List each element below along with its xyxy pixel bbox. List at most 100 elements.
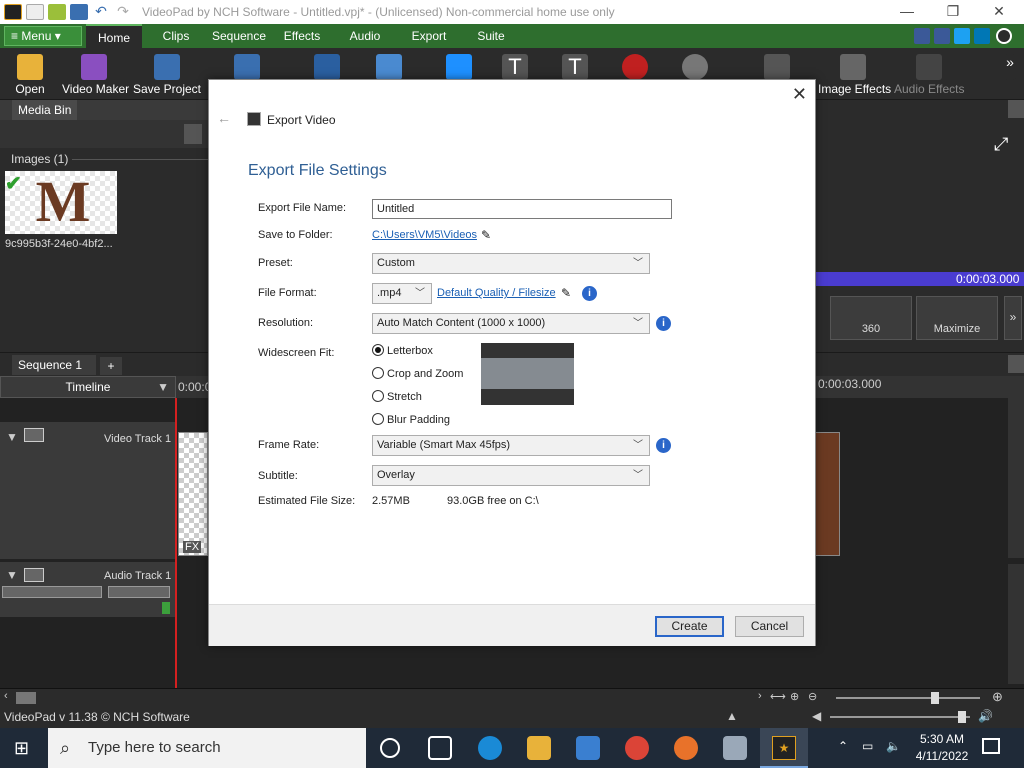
master-volume-thumb[interactable] <box>958 711 966 723</box>
dialog-close-icon[interactable]: ✕ <box>792 84 807 105</box>
tab-clips[interactable]: Clips <box>150 24 202 48</box>
framerate-info-icon[interactable]: i <box>656 438 671 453</box>
zoom-search-icon[interactable]: ⊕ <box>992 689 1003 705</box>
open-folder-icon[interactable] <box>48 4 66 20</box>
notifications-icon[interactable] <box>982 738 1000 754</box>
facebook-icon[interactable] <box>934 28 950 44</box>
horizontal-scrollbar[interactable] <box>16 692 36 704</box>
create-button[interactable]: Create <box>655 616 724 637</box>
cortana-icon[interactable] <box>380 738 400 758</box>
folder-link[interactable]: C:\Users\VM5\Videos <box>372 229 477 241</box>
radio-stretch[interactable]: Stretch <box>372 390 422 403</box>
image-effects-button[interactable]: Image Effects <box>818 50 891 98</box>
tab-effects[interactable]: Effects <box>276 24 328 48</box>
format-select[interactable]: .mp4 ﹀ <box>372 283 432 304</box>
video-clip-start[interactable]: FX <box>178 432 208 556</box>
cancel-button[interactable]: Cancel <box>735 616 804 637</box>
windows-start-icon[interactable]: ⊞ <box>14 738 29 759</box>
firefox-icon[interactable] <box>674 736 698 760</box>
collapse-up-icon[interactable]: ▲ <box>726 709 738 723</box>
audio-pan-slider[interactable] <box>108 586 170 598</box>
tab-audio[interactable]: Audio <box>340 24 390 48</box>
undock-icon[interactable] <box>1008 100 1024 118</box>
media-bin-tab[interactable]: Media Bin <box>12 100 78 120</box>
video-maker-button[interactable]: Video Maker <box>62 50 129 98</box>
audio-volume-slider[interactable] <box>2 586 102 598</box>
videopad-taskbar-button[interactable]: ★ <box>760 728 808 768</box>
audio-effects-button[interactable]: Audio Effects <box>894 50 965 98</box>
network-icon[interactable]: ▭ <box>862 739 873 753</box>
expand-audio-track-icon[interactable]: ▼ <box>6 568 18 582</box>
clock-date[interactable]: 4/11/2022 <box>908 749 976 763</box>
radio-crop-zoom[interactable]: Crop and Zoom <box>372 367 463 380</box>
tray-chevron-icon[interactable]: ⌃ <box>838 739 848 753</box>
media-thumbnail[interactable]: M ✔ <box>5 171 117 234</box>
preview-more-icon[interactable]: » <box>1004 296 1022 340</box>
open-button[interactable]: Open <box>8 50 52 98</box>
preset-select[interactable]: Custom ﹀ <box>372 253 650 274</box>
video-track-scrollbar[interactable] <box>1008 398 1024 558</box>
maximize-preview-button[interactable]: Maximize <box>916 296 998 340</box>
zoom-in-icon[interactable]: ⊕ <box>790 690 799 703</box>
store-icon[interactable] <box>576 736 600 760</box>
linkedin-icon[interactable] <box>974 28 990 44</box>
tab-export[interactable]: Export <box>402 24 456 48</box>
control-panel-icon[interactable] <box>723 736 747 760</box>
subtitle-select[interactable]: Overlay ﹀ <box>372 465 650 486</box>
minimize-button[interactable]: — <box>884 0 930 24</box>
volume-down-icon[interactable]: ◀ <box>812 709 821 723</box>
tab-home[interactable]: Home <box>86 24 142 48</box>
tab-suite[interactable]: Suite <box>466 24 516 48</box>
scroll-right-icon[interactable]: › <box>758 690 762 702</box>
fit-icon[interactable]: ⟷ <box>770 690 786 703</box>
audio-track-scrollbar[interactable] <box>1008 564 1024 684</box>
playhead[interactable] <box>175 398 177 688</box>
chrome-icon[interactable] <box>625 736 649 760</box>
file-name-input[interactable]: Untitled <box>372 199 672 219</box>
zoom-slider[interactable] <box>836 697 980 699</box>
redo-icon[interactable]: ↷ <box>114 4 132 20</box>
back-arrow-icon[interactable]: ← <box>217 110 231 126</box>
quality-filesize-link[interactable]: Default Quality / Filesize <box>437 287 556 299</box>
radio-letterbox[interactable]: Letterbox <box>372 344 433 357</box>
thumbs-up-icon[interactable] <box>914 28 930 44</box>
expand-video-track-icon[interactable]: ▼ <box>6 430 18 444</box>
undock-sequence-icon[interactable] <box>1008 355 1024 373</box>
volume-up-icon[interactable]: 🔊 <box>978 709 993 723</box>
trash-icon[interactable] <box>184 124 202 144</box>
volume-icon[interactable]: 🔈 <box>886 739 901 753</box>
close-window-button[interactable]: ✕ <box>976 0 1022 24</box>
timeline-dropdown[interactable]: Timeline ▼ <box>0 376 176 398</box>
help-icon[interactable] <box>996 28 1012 44</box>
resolution-info-icon[interactable]: i <box>656 316 671 331</box>
edit-folder-pencil-icon[interactable]: ✎ <box>481 228 491 242</box>
zoom-out-icon[interactable]: ⊖ <box>808 690 817 703</box>
menu-button[interactable]: ≡ Menu ▾ <box>4 26 82 46</box>
file-explorer-icon[interactable] <box>527 736 551 760</box>
tab-sequence[interactable]: Sequence <box>208 24 270 48</box>
zoom-slider-thumb[interactable] <box>931 692 939 704</box>
format-info-icon[interactable]: i <box>582 286 597 301</box>
new-file-icon[interactable] <box>26 4 44 20</box>
edit-quality-pencil-icon[interactable]: ✎ <box>561 286 571 300</box>
undo-icon[interactable]: ↶ <box>92 4 110 20</box>
add-sequence-button[interactable]: + <box>100 357 122 375</box>
more-toolbar-button[interactable]: » <box>1000 50 1020 98</box>
radio-blur-padding[interactable]: Blur Padding <box>372 413 450 426</box>
fullscreen-icon[interactable]: ⤢ <box>994 134 1008 155</box>
scroll-left-icon[interactable]: ‹ <box>4 690 8 702</box>
video-clip-end[interactable] <box>812 432 840 556</box>
clock-time[interactable]: 5:30 AM <box>912 732 972 746</box>
eye-icon[interactable] <box>24 428 44 442</box>
edge-icon[interactable] <box>478 736 502 760</box>
tab-sequence-1[interactable]: Sequence 1 ✕ <box>12 355 96 392</box>
task-view-icon[interactable] <box>428 736 452 760</box>
taskbar-search[interactable]: ⌕ Type here to search <box>48 728 366 768</box>
twitter-icon[interactable] <box>954 28 970 44</box>
framerate-select[interactable]: Variable (Smart Max 45fps) ﹀ <box>372 435 650 456</box>
save-project-button[interactable]: Save Project <box>132 50 202 98</box>
master-volume-slider[interactable] <box>830 716 970 718</box>
speaker-icon[interactable] <box>24 568 44 582</box>
resolution-select[interactable]: Auto Match Content (1000 x 1000) ﹀ <box>372 313 650 334</box>
maximize-button[interactable]: ❐ <box>930 0 976 24</box>
